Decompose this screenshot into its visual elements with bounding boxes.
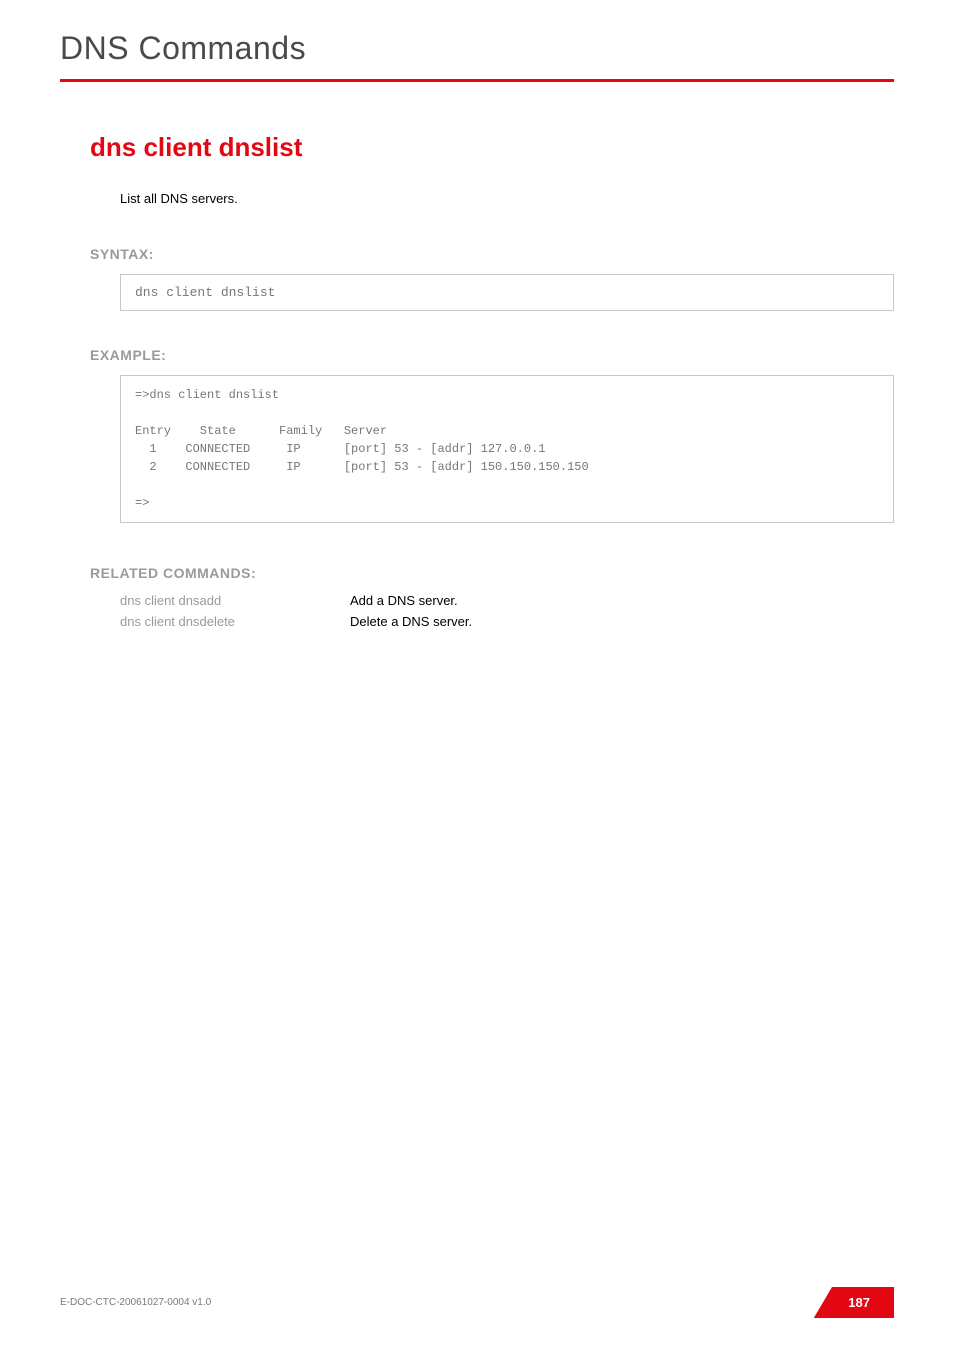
related-command-name: dns client dnsadd bbox=[120, 593, 350, 608]
command-description: List all DNS servers. bbox=[120, 191, 894, 206]
syntax-box: dns client dnslist bbox=[120, 274, 894, 311]
related-command-name: dns client dnsdelete bbox=[120, 614, 350, 629]
related-command-desc: Delete a DNS server. bbox=[350, 614, 472, 629]
related-heading: RELATED COMMANDS: bbox=[90, 565, 894, 581]
chapter-title: DNS Commands bbox=[0, 0, 954, 79]
example-heading: EXAMPLE: bbox=[90, 347, 894, 363]
related-commands-table: dns client dnsadd Add a DNS server. dns … bbox=[120, 593, 894, 629]
related-row: dns client dnsdelete Delete a DNS server… bbox=[120, 614, 894, 629]
related-row: dns client dnsadd Add a DNS server. bbox=[120, 593, 894, 608]
page-footer: E-DOC-CTC-20061027-0004 v1.0 187 bbox=[60, 1287, 894, 1318]
example-box: =>dns client dnslist Entry State Family … bbox=[120, 375, 894, 523]
page-number-badge: 187 bbox=[812, 1287, 894, 1318]
content-area: dns client dnslist List all DNS servers.… bbox=[0, 82, 954, 629]
document-id: E-DOC-CTC-20061027-0004 v1.0 bbox=[60, 1297, 211, 1308]
syntax-heading: SYNTAX: bbox=[90, 246, 894, 262]
command-title: dns client dnslist bbox=[90, 132, 894, 163]
related-command-desc: Add a DNS server. bbox=[350, 593, 458, 608]
